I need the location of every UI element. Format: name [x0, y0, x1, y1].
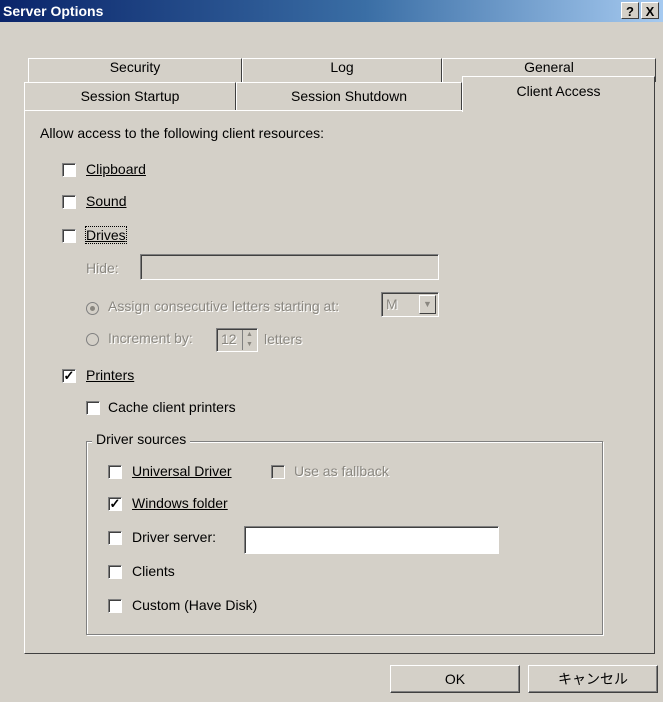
increment-stepper[interactable]: 12 ▲ ▼: [216, 328, 258, 352]
printers-label[interactable]: Printers: [86, 367, 134, 383]
tab-log[interactable]: Log: [242, 58, 442, 82]
sound-label[interactable]: Sound: [86, 193, 126, 209]
close-button[interactable]: X: [641, 2, 659, 19]
assign-letters-radio[interactable]: [86, 302, 99, 315]
tab-session-shutdown[interactable]: Session Shutdown: [236, 82, 462, 110]
cache-printers-label[interactable]: Cache client printers: [108, 399, 236, 415]
hide-label: Hide:: [86, 260, 119, 276]
increment-radio[interactable]: [86, 333, 99, 346]
printers-checkbox[interactable]: ✓: [62, 369, 76, 383]
radio-selected-dot: [90, 306, 95, 311]
start-letter-select[interactable]: M ▼: [381, 292, 439, 317]
ok-button[interactable]: OK: [390, 665, 520, 693]
use-as-fallback-checkbox[interactable]: [271, 465, 285, 479]
clipboard-label[interactable]: Clipboard: [86, 161, 146, 177]
intro-label: Allow access to the following client res…: [40, 125, 325, 141]
custom-have-disk-label[interactable]: Custom (Have Disk): [132, 597, 257, 613]
tab-security[interactable]: Security: [28, 58, 242, 82]
cache-printers-checkbox[interactable]: [86, 401, 100, 415]
driver-server-checkbox[interactable]: [108, 531, 122, 545]
drives-label[interactable]: Drives: [85, 226, 127, 244]
letters-label: letters: [264, 331, 303, 347]
driver-sources-title: Driver sources: [92, 431, 191, 447]
increment-label: Increment by:: [108, 330, 193, 346]
use-as-fallback-label: Use as fallback: [294, 463, 389, 479]
driver-server-input[interactable]: [244, 526, 499, 554]
clients-label[interactable]: Clients: [132, 563, 175, 579]
hide-input[interactable]: [140, 254, 439, 280]
universal-driver-label[interactable]: Universal Driver: [132, 463, 232, 479]
assign-letters-label: Assign consecutive letters starting at:: [108, 298, 340, 314]
tab-session-startup[interactable]: Session Startup: [24, 82, 236, 110]
universal-driver-checkbox[interactable]: [108, 465, 122, 479]
spin-arrows-icon[interactable]: ▲ ▼: [242, 330, 256, 350]
window-title: Server Options: [3, 3, 104, 19]
custom-have-disk-checkbox[interactable]: [108, 599, 122, 613]
sound-checkbox[interactable]: [62, 195, 76, 209]
title-bar[interactable]: Server Options ? X: [0, 0, 663, 22]
windows-folder-checkbox[interactable]: ✓: [108, 497, 122, 511]
windows-folder-label[interactable]: Windows folder: [132, 495, 228, 511]
driver-server-label[interactable]: Driver server:: [132, 529, 216, 545]
drives-checkbox[interactable]: [62, 229, 76, 243]
increment-value: 12: [221, 331, 237, 347]
help-button[interactable]: ?: [621, 2, 639, 19]
start-letter-value: M: [386, 296, 398, 312]
chevron-down-icon[interactable]: ▼: [419, 295, 436, 314]
tab-client-access[interactable]: Client Access: [462, 76, 655, 112]
cancel-button[interactable]: キャンセル: [528, 665, 658, 693]
clipboard-checkbox[interactable]: [62, 163, 76, 177]
clients-checkbox[interactable]: [108, 565, 122, 579]
